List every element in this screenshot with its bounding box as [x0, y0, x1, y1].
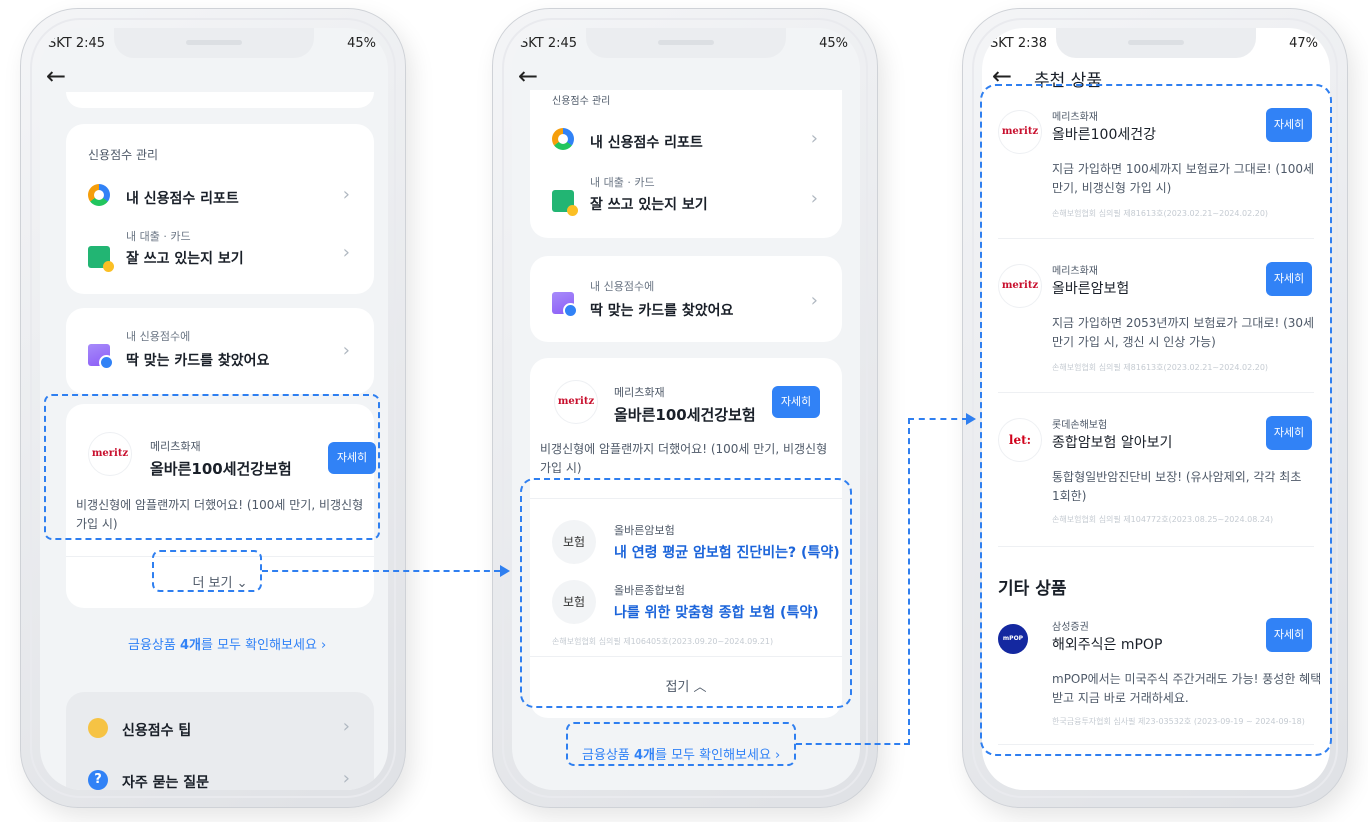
section-title: 신용점수 관리	[88, 148, 159, 162]
row-label: 신용점수 팁	[122, 723, 192, 739]
back-arrow-icon[interactable]: ←	[518, 62, 538, 90]
connector-line	[262, 570, 500, 572]
row-sublabel: 내 신용점수에	[590, 280, 655, 293]
loan-card-row[interactable]: 내 대출 · 카드 잘 쓰고 있는지 보기 ›	[530, 174, 842, 222]
loan-card-row[interactable]: 내 대출 · 카드 잘 쓰고 있는지 보기 ›	[66, 228, 374, 276]
highlight-box-expanded	[520, 478, 852, 708]
description-line: 비갱신형에 암플랜까지 더했어요! (100세 만기, 비갱신형	[540, 442, 828, 456]
donut-chart-icon	[88, 184, 110, 206]
row-label: 내 신용점수 리포트	[590, 135, 703, 151]
battery-indicator: 45%	[347, 36, 376, 51]
wallet-icon	[88, 246, 114, 272]
company-name: 메리츠화재	[614, 386, 665, 399]
link-text: 금융상품	[128, 638, 180, 653]
highlight-box-all-link	[566, 722, 796, 766]
row-label: 내 신용점수 리포트	[126, 191, 239, 207]
chevron-right-icon: ›	[342, 716, 350, 737]
chevron-right-icon: ›	[342, 340, 350, 361]
donut-chart-icon	[552, 128, 574, 150]
arrow-right-icon	[500, 565, 510, 577]
chevron-right-icon: ›	[810, 128, 818, 149]
link-text: 를 모두 확인해보세요 ›	[201, 638, 327, 653]
credit-card-icon	[552, 292, 578, 318]
status-bar: SKT 2:45 45%	[40, 28, 388, 62]
battery-indicator: 45%	[819, 36, 848, 51]
detail-button[interactable]: 자세히	[772, 386, 820, 418]
all-products-link[interactable]: 금융상품 4개를 모두 확인해보세요 ›	[128, 634, 326, 653]
row-sublabel: 내 신용점수에	[126, 330, 191, 343]
credit-tips-row[interactable]: 신용점수 팁 ›	[66, 706, 374, 754]
status-time: SKT 2:38	[990, 36, 1048, 51]
faq-row[interactable]: ? 자주 묻는 질문 ›	[66, 758, 374, 790]
row-sublabel: 내 대출 · 카드	[590, 176, 655, 189]
card-match-card[interactable]: 내 신용점수에 딱 맞는 카드를 찾았어요 ›	[66, 308, 374, 394]
credit-management-card: 신용점수 관리 내 신용점수 리포트 › 내 대출 · 카드 잘 쓰고 있는지 …	[66, 124, 374, 294]
card-match-row: 내 신용점수에 딱 맞는 카드를 찾았어요 ›	[66, 328, 374, 376]
credit-report-row[interactable]: 내 신용점수 리포트 ›	[66, 172, 374, 220]
top-card-edge	[66, 92, 374, 108]
link-count: 4개	[179, 638, 201, 653]
credit-card-icon	[88, 344, 114, 370]
meritz-logo: meritz	[554, 380, 598, 424]
lightbulb-icon	[88, 718, 108, 738]
highlight-box-more	[152, 550, 262, 592]
row-label: 잘 쓰고 있는지 보기	[126, 251, 244, 267]
row-label: 딱 맞는 카드를 찾았어요	[590, 303, 734, 319]
status-time: SKT 2:45	[48, 36, 106, 51]
card-match-row: 내 신용점수에 딱 맞는 카드를 찾았어요 ›	[530, 278, 842, 326]
connector-line	[908, 418, 910, 745]
chevron-right-icon: ›	[810, 290, 818, 311]
product-description: 비갱신형에 암플랜까지 더했어요! (100세 만기, 비갱신형 가입 시)	[540, 440, 827, 478]
highlight-box-recommended	[980, 84, 1332, 756]
connector-line	[908, 418, 968, 420]
help-section: 신용점수 팁 › ? 자주 묻는 질문 ›	[66, 692, 374, 790]
row-label: 잘 쓰고 있는지 보기	[590, 197, 708, 213]
credit-report-row[interactable]: 내 신용점수 리포트 ›	[530, 116, 842, 164]
row-label: 자주 묻는 질문	[122, 775, 210, 790]
back-arrow-icon[interactable]: ←	[46, 62, 66, 90]
card-match-card[interactable]: 내 신용점수에 딱 맞는 카드를 찾았어요 ›	[530, 256, 842, 342]
arrow-right-icon	[966, 413, 976, 425]
battery-indicator: 47%	[1289, 36, 1318, 51]
status-bar: SKT 2:45 45%	[512, 28, 860, 62]
row-sublabel: 내 대출 · 카드	[126, 230, 191, 243]
wallet-icon	[552, 190, 578, 216]
status-time: SKT 2:45	[520, 36, 578, 51]
highlight-box-product	[44, 394, 380, 540]
row-label: 딱 맞는 카드를 찾았어요	[126, 353, 270, 369]
connector-line	[796, 743, 910, 745]
chevron-right-icon: ›	[342, 768, 350, 789]
description-line: 가입 시)	[540, 461, 582, 475]
chevron-right-icon: ›	[810, 188, 818, 209]
section-title: 신용점수 관리	[552, 96, 611, 107]
chevron-right-icon: ›	[342, 184, 350, 205]
chevron-right-icon: ›	[342, 242, 350, 263]
question-icon: ?	[88, 770, 108, 790]
status-bar: SKT 2:38 47%	[982, 28, 1330, 62]
product-name: 올바른100세건강보험	[614, 406, 756, 424]
credit-management-card: 신용점수 관리 내 신용점수 리포트 › 내 대출 · 카드 잘 쓰고 있는지 …	[530, 90, 842, 238]
